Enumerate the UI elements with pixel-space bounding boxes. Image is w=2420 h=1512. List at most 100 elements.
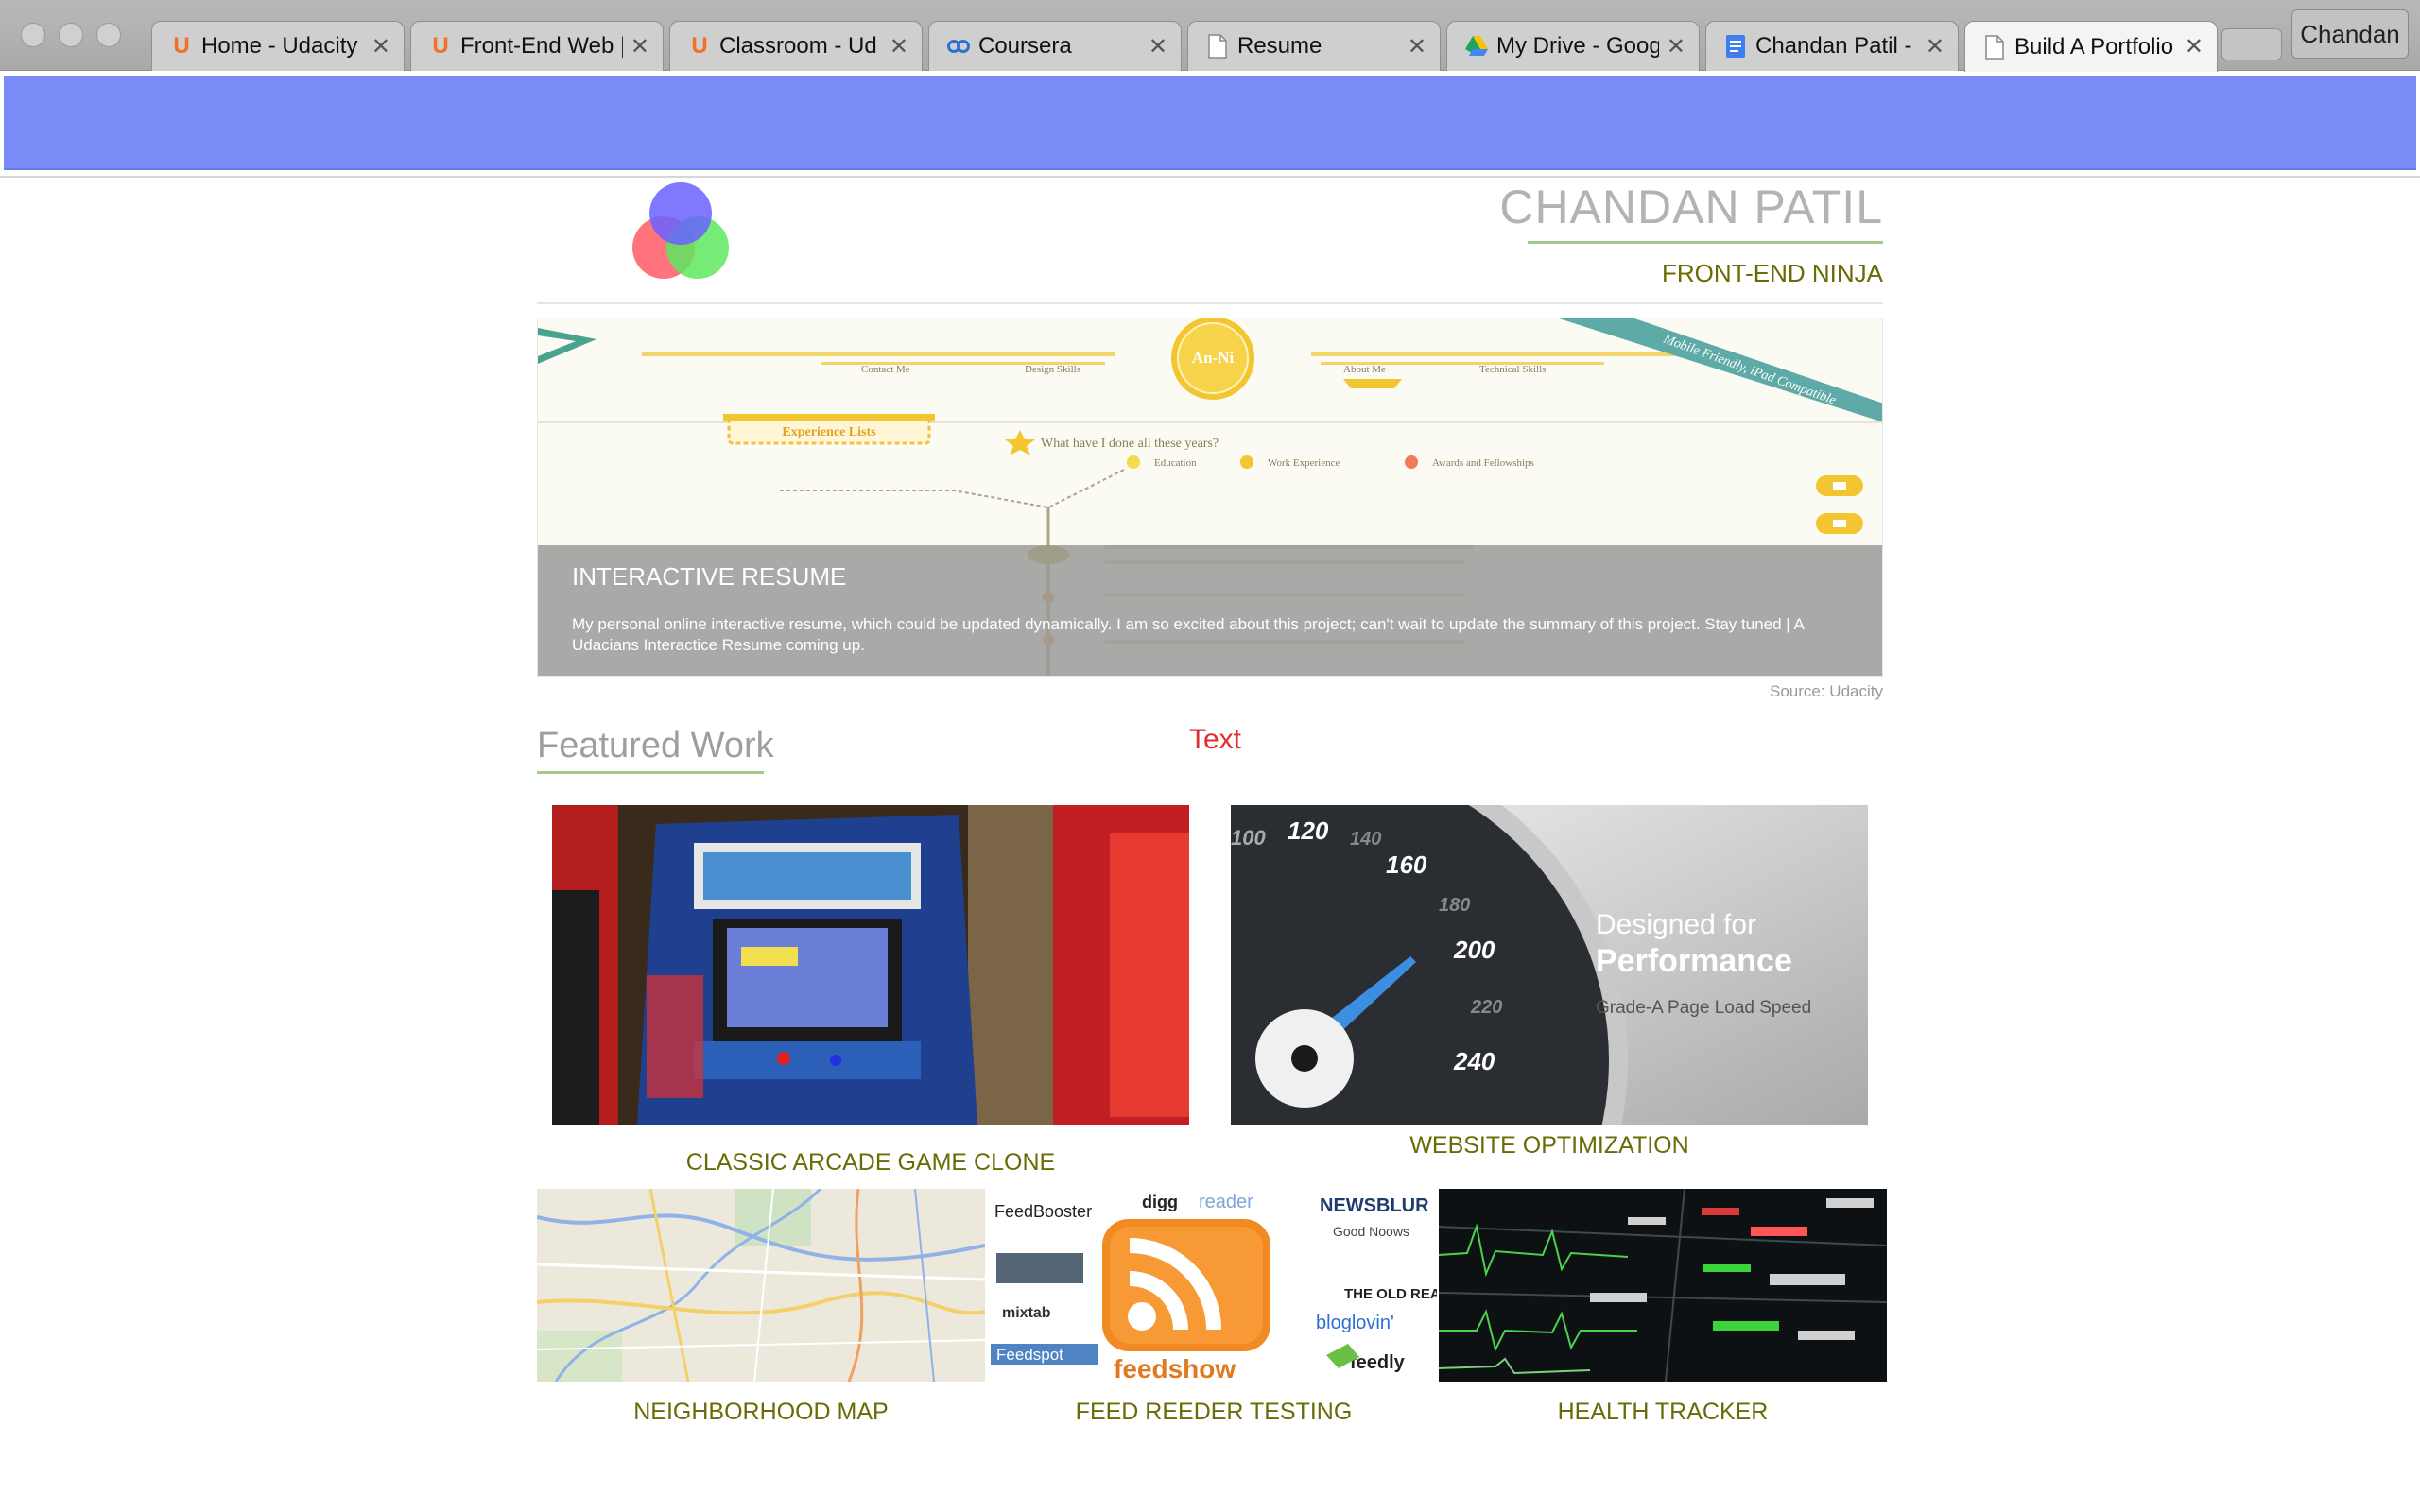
tab-close-icon[interactable]: ✕ [1408,33,1426,60]
featured-heading-underline [537,771,764,774]
document-icon [1982,34,2007,60]
tab-front-end-web[interactable]: U Front-End Web | ✕ [410,21,664,71]
work-item-arcade[interactable]: CLASSIC ARCADE GAME CLONE [552,805,1189,1183]
speed-mark: 120 [1288,816,1329,845]
tab-close-icon[interactable]: ✕ [1149,33,1167,60]
tab-close-icon[interactable]: ✕ [890,33,908,60]
tab-resume[interactable]: Resume ✕ [1187,21,1441,71]
tab-close-icon[interactable]: ✕ [1667,33,1685,60]
work-title[interactable]: WEBSITE OPTIMIZATION [1231,1132,1868,1160]
tab-label: Build A Portfolio [2014,33,2174,60]
tab-close-icon[interactable]: ✕ [2185,33,2204,60]
hero-title: INTERACTIVE RESUME [572,562,847,591]
brand-text: feedshow [1114,1354,1236,1382]
work-title[interactable]: CLASSIC ARCADE GAME CLONE [552,1149,1189,1177]
nav-contact-text: Contact Me [861,364,910,375]
speedometer-thumbnail: 100 120 140 160 180 200 220 240 Designed… [1231,805,1868,1125]
tab-label: My Drive - Goog [1496,33,1659,59]
brand-text: FeedBooster [994,1202,1092,1221]
google-docs-icon [1723,34,1748,59]
nav-about-text: About Me [1343,364,1386,375]
name-underline [1528,241,1883,244]
tab-build-a-portfolio[interactable]: Build A Portfolio ✕ [1964,21,2218,72]
map-thumbnail [537,1189,985,1382]
speed-line-2: Performance [1596,943,1792,979]
browser-tab-strip: U Home - Udacity ✕ U Front-End Web | ✕ U… [0,0,2420,72]
udacity-icon: U [173,33,190,59]
site-owner-name: CHANDAN PATIL [1499,180,1883,233]
work-item-health-tracker[interactable]: HEALTH TRACKER [1439,1189,1887,1435]
hero-description: My personal online interactive resume, w… [572,615,1804,654]
speed-mark: 140 [1350,829,1381,850]
tab-close-icon[interactable]: ✕ [372,33,390,60]
udacity-icon: U [691,33,708,59]
brand-text: bloglovin' [1316,1313,1394,1333]
profile-button[interactable]: Chandan [2291,9,2409,59]
coursera-icon [946,34,971,59]
legend-work: Work Experience [1268,457,1340,469]
document-icon [1205,34,1230,59]
legend-education: Education [1154,457,1197,469]
tab-coursera[interactable]: Coursera ✕ [928,21,1182,71]
hero-interactive-resume[interactable]: Contact Me Design Skills About Me Techni… [537,318,1883,677]
tab-label: Coursera [978,33,1072,59]
nav-technical-text: Technical Skills [1479,364,1546,375]
tab-home-udacity[interactable]: U Home - Udacity ✕ [151,21,405,71]
banner-divider [0,176,2420,178]
work-title[interactable]: FEED REEDER TESTING [991,1399,1437,1426]
health-monitor-thumbnail [1439,1189,1887,1382]
new-tab-button[interactable] [2221,28,2282,60]
tab-label: Home - Udacity [201,33,358,59]
brand-text: digg [1142,1193,1178,1211]
speed-mark: 100 [1231,826,1266,850]
arcade-game-thumbnail [552,805,1189,1125]
hero-source-credit: Source: Udacity [1770,682,1883,700]
google-drive-icon [1464,34,1489,59]
tab-label: Classroom - Ud [719,33,877,59]
brand-text: mixtab [1002,1305,1051,1321]
speed-mark: 160 [1386,850,1427,879]
speed-mark: 240 [1453,1047,1495,1075]
udacity-icon: U [432,33,449,59]
featured-work-heading: Featured Work [537,726,774,765]
speed-mark: 180 [1439,895,1470,916]
nav-design-text: Design Skills [1025,364,1080,375]
tab-label: Front-End Web | [460,33,623,59]
brand-text: feedly [1350,1352,1406,1373]
tab-close-icon[interactable]: ✕ [1926,33,1945,60]
window-close-button[interactable] [21,23,45,47]
work-title[interactable]: HEALTH TRACKER [1439,1399,1887,1426]
tab-close-icon[interactable]: ✕ [631,33,649,60]
work-item-website-optimization[interactable]: 100 120 140 160 180 200 220 240 Designed… [1231,805,1868,1164]
brand-text: Good Noows [1333,1224,1409,1239]
work-item-neighborhood-map[interactable]: NEIGHBORHOOD MAP [537,1189,985,1435]
experience-tag: Experience Lists [782,425,876,439]
hero-caption: INTERACTIVE RESUME My personal online in… [538,545,1882,676]
header-divider [537,302,1883,304]
brand-text: reader [1199,1192,1253,1212]
speed-mark: 220 [1470,997,1502,1018]
header-banner [4,76,2416,170]
speed-line-1: Designed for [1596,909,1756,940]
window-zoom-button[interactable] [96,23,121,47]
stray-text-label: Text [1189,724,1242,752]
brand-text: THE OLD READER [1344,1286,1437,1302]
work-title[interactable]: NEIGHBORHOOD MAP [537,1399,985,1426]
feed-reader-thumbnail: FeedBooster digg reader NEWSBLUR Good No… [991,1189,1437,1382]
tab-chandan-patil-doc[interactable]: Chandan Patil - ✕ [1705,21,1959,71]
tab-label: Chandan Patil - [1755,33,1912,59]
speed-mark: 200 [1453,936,1495,964]
badge-text: An-Ni [1192,349,1235,367]
work-item-feed-reader[interactable]: FeedBooster digg reader NEWSBLUR Good No… [991,1189,1437,1435]
site-tagline: FRONT-END NINJA [1662,259,1883,287]
brand-text: Feedspot [996,1346,1063,1364]
legend-awards: Awards and Fellowships [1432,457,1534,469]
window-minimize-button[interactable] [59,23,83,47]
site-logo[interactable] [624,180,737,288]
tab-label: Resume [1237,33,1322,59]
speed-line-3: Grade-A Page Load Speed [1596,998,1811,1018]
timeline-question: What have I done all these years? [1041,437,1219,451]
tab-classroom-udacity[interactable]: U Classroom - Ud ✕ [669,21,923,71]
brand-text: NEWSBLUR [1320,1195,1429,1216]
tab-my-drive[interactable]: My Drive - Goog ✕ [1446,21,1700,71]
